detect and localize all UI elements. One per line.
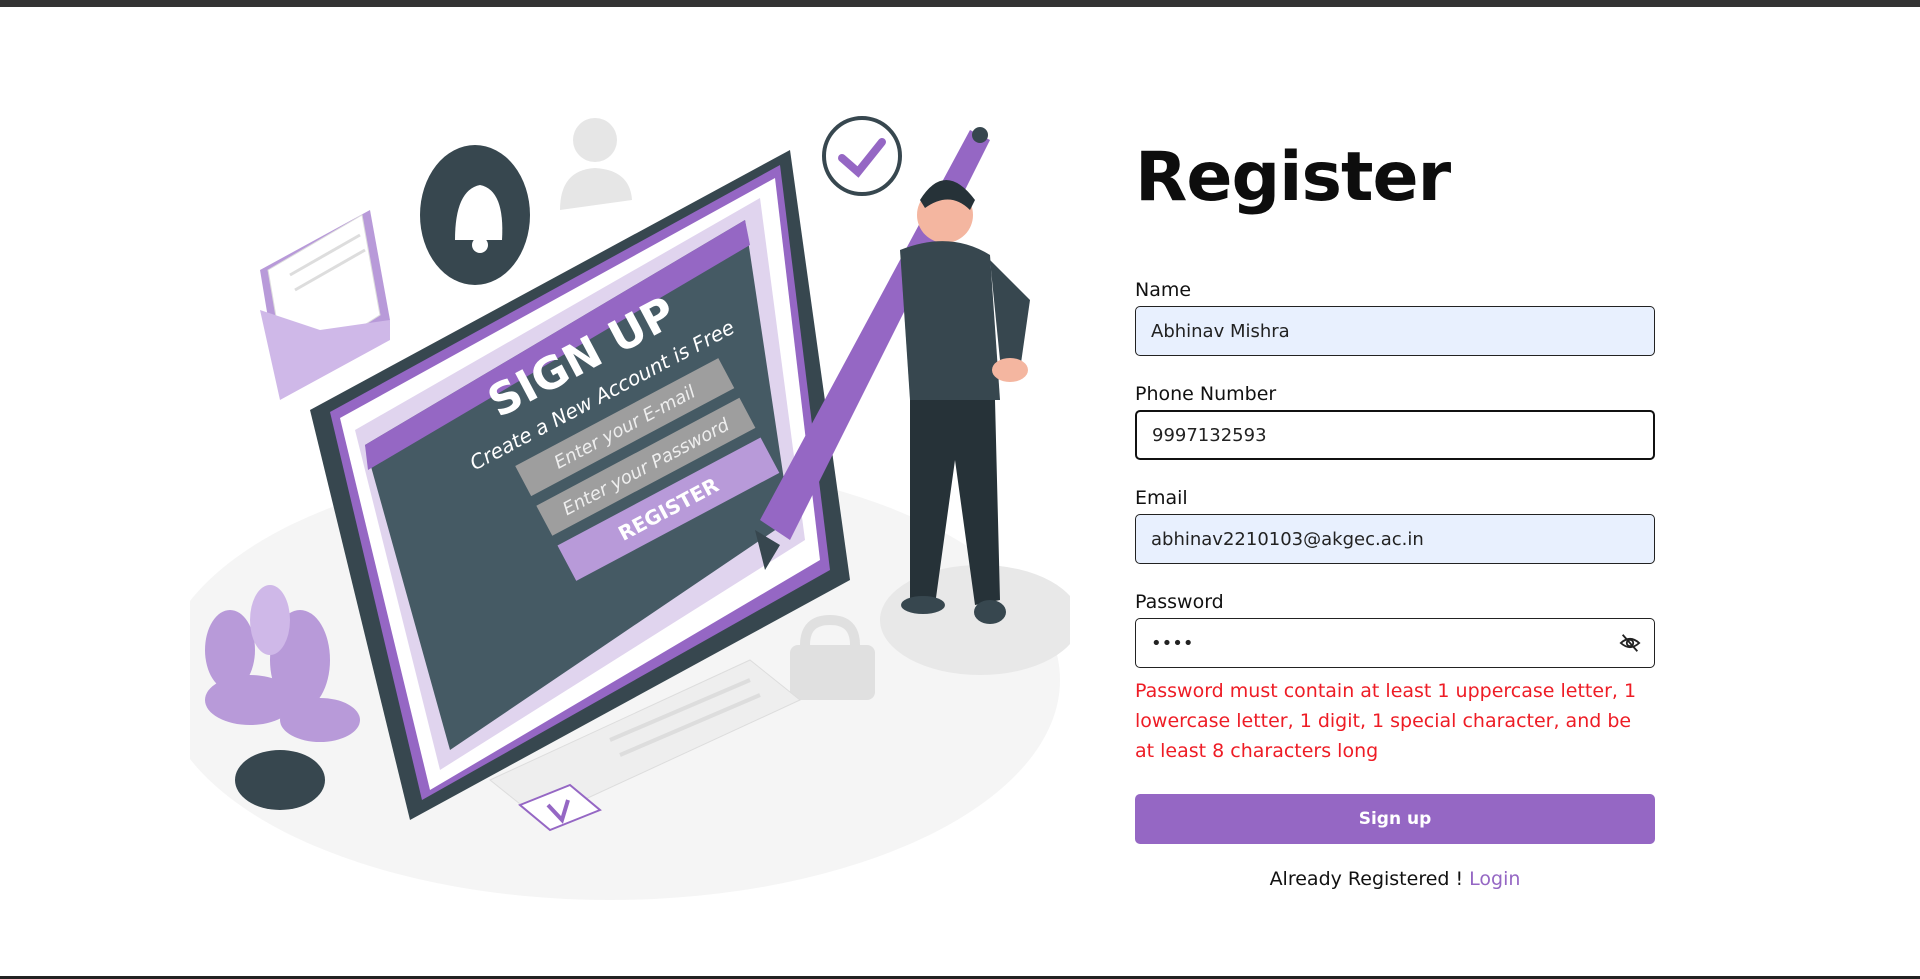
login-link[interactable]: Login [1469,868,1520,890]
login-prompt-line: Already Registered ! Login [1135,868,1655,890]
name-field: Name [1135,278,1655,356]
email-input[interactable] [1135,514,1655,564]
login-prompt: Already Registered ! [1269,868,1464,890]
password-label: Password [1135,591,1224,613]
user-icon [560,118,632,210]
envelope-icon [260,210,390,400]
check-bubble-icon [822,116,902,196]
register-form: Register Name Phone Number Email Passwor… [1135,120,1655,890]
phone-label: Phone Number [1135,383,1277,405]
sign-up-button[interactable]: Sign up [1135,794,1655,844]
email-label: Email [1135,487,1188,509]
browser-top-bar [0,0,1920,7]
password-field: Password [1135,590,1655,668]
phone-field: Phone Number [1135,382,1655,460]
password-error: Password must contain at least 1 upperca… [1135,680,1637,762]
password-input[interactable] [1135,618,1655,668]
name-label: Name [1135,279,1192,301]
phone-input[interactable] [1135,410,1655,460]
eye-off-icon[interactable] [1619,632,1641,654]
signup-illustration: SIGN UP Create a New Account is Free Ent… [190,116,1070,900]
bell-icon [420,145,530,285]
page-title: Register [1135,138,1451,217]
name-input[interactable] [1135,306,1655,356]
email-field: Email [1135,486,1655,564]
